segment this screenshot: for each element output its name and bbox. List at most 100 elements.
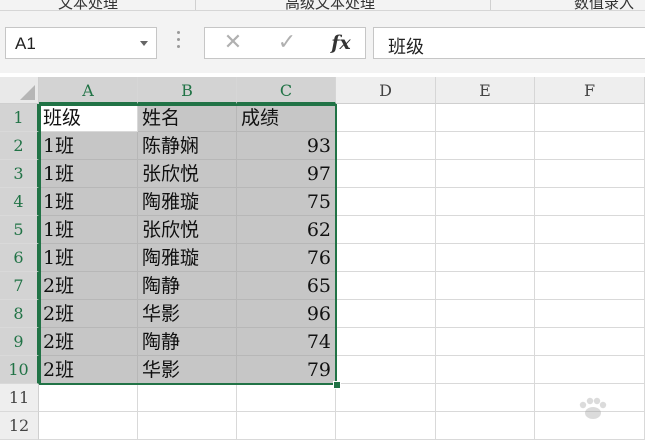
cell-c5[interactable]: 62: [237, 216, 336, 244]
formula-input[interactable]: 班级: [373, 27, 645, 59]
check-icon[interactable]: ✓: [271, 31, 303, 55]
grid-cell[interactable]: [535, 272, 645, 300]
select-all-corner[interactable]: [0, 77, 39, 104]
row-header-7[interactable]: 7: [0, 272, 39, 300]
cell-b10[interactable]: 华影: [138, 356, 237, 384]
row-header-11[interactable]: 11: [0, 384, 39, 412]
cell-b2[interactable]: 陈静娴: [138, 132, 237, 160]
grid-cell[interactable]: [436, 104, 535, 132]
column-header-e[interactable]: E: [436, 77, 535, 104]
ribbon-tab-advanced-text[interactable]: 高级文本处理: [285, 0, 375, 10]
grid-cell[interactable]: [436, 132, 535, 160]
grid-cell[interactable]: [336, 384, 436, 412]
grid-cell[interactable]: [535, 356, 645, 384]
grid-cell[interactable]: [138, 384, 237, 412]
grid-cell[interactable]: [336, 272, 436, 300]
column-header-d[interactable]: D: [336, 77, 436, 104]
column-header-a[interactable]: A: [39, 77, 138, 104]
cell-a5[interactable]: 1班: [39, 216, 138, 244]
cell-a9[interactable]: 2班: [39, 328, 138, 356]
grid-cell[interactable]: [436, 272, 535, 300]
grid-cell[interactable]: [436, 244, 535, 272]
cell-c2[interactable]: 93: [237, 132, 336, 160]
grid-cell[interactable]: [39, 412, 138, 440]
grid-cell[interactable]: [436, 412, 535, 440]
grid-cell[interactable]: [535, 216, 645, 244]
chevron-down-icon[interactable]: [140, 41, 148, 46]
cell-a4[interactable]: 1班: [39, 188, 138, 216]
grid-cell[interactable]: [436, 300, 535, 328]
ribbon-tab-number-entry[interactable]: 数值录入: [574, 0, 634, 10]
cell-b1[interactable]: 姓名: [138, 104, 237, 132]
row-header-12[interactable]: 12: [0, 412, 39, 440]
cell-a7[interactable]: 2班: [39, 272, 138, 300]
grid-cell[interactable]: [237, 384, 336, 412]
cell-a2[interactable]: 1班: [39, 132, 138, 160]
cell-c6[interactable]: 76: [237, 244, 336, 272]
cell-b5[interactable]: 张欣悦: [138, 216, 237, 244]
grid-cell[interactable]: [336, 160, 436, 188]
cell-a6[interactable]: 1班: [39, 244, 138, 272]
cell-c4[interactable]: 75: [237, 188, 336, 216]
drag-handle-icon[interactable]: [177, 31, 181, 55]
row-header-6[interactable]: 6: [0, 244, 39, 272]
fx-icon[interactable]: fx: [325, 31, 357, 55]
cell-a8[interactable]: 2班: [39, 300, 138, 328]
grid-cell[interactable]: [336, 216, 436, 244]
grid-cell[interactable]: [535, 188, 645, 216]
row-header-1[interactable]: 1: [0, 104, 39, 132]
cell-a1[interactable]: 班级: [39, 104, 138, 132]
column-header-c[interactable]: C: [237, 77, 336, 104]
grid-cell[interactable]: [336, 412, 436, 440]
grid-cell[interactable]: [336, 244, 436, 272]
row-header-5[interactable]: 5: [0, 216, 39, 244]
grid-cell[interactable]: [436, 188, 535, 216]
grid-cell[interactable]: [535, 104, 645, 132]
grid-cell[interactable]: [436, 160, 535, 188]
cell-a3[interactable]: 1班: [39, 160, 138, 188]
cell-b3[interactable]: 张欣悦: [138, 160, 237, 188]
grid-cell[interactable]: [436, 328, 535, 356]
grid-cell[interactable]: [436, 356, 535, 384]
cell-b6[interactable]: 陶雅璇: [138, 244, 237, 272]
grid-cell[interactable]: [336, 188, 436, 216]
ribbon-tab-text-processing[interactable]: 文本处理: [58, 0, 118, 10]
cell-b4[interactable]: 陶雅璇: [138, 188, 237, 216]
cell-c7[interactable]: 65: [237, 272, 336, 300]
grid-cell[interactable]: [436, 384, 535, 412]
grid-cell[interactable]: [336, 132, 436, 160]
row-header-3[interactable]: 3: [0, 160, 39, 188]
cell-b7[interactable]: 陶静: [138, 272, 237, 300]
cell-c1[interactable]: 成绩: [237, 104, 336, 132]
cell-c10[interactable]: 79: [237, 356, 336, 384]
close-icon[interactable]: ✕: [217, 31, 249, 55]
grid-cell[interactable]: [436, 216, 535, 244]
column-header-b[interactable]: B: [138, 77, 237, 104]
grid-cell[interactable]: [535, 160, 645, 188]
name-box[interactable]: A1: [5, 27, 157, 59]
grid-cell[interactable]: [336, 328, 436, 356]
row-header-4[interactable]: 4: [0, 188, 39, 216]
column-header-f[interactable]: F: [535, 77, 645, 104]
cell-c8[interactable]: 96: [237, 300, 336, 328]
grid-cell[interactable]: [535, 132, 645, 160]
cell-b8[interactable]: 华影: [138, 300, 237, 328]
row-header-10[interactable]: 10: [0, 356, 39, 384]
grid-cell[interactable]: [336, 104, 436, 132]
grid-cell[interactable]: [535, 244, 645, 272]
cell-b9[interactable]: 陶静: [138, 328, 237, 356]
row-header-8[interactable]: 8: [0, 300, 39, 328]
grid-cell[interactable]: [237, 412, 336, 440]
cell-a10[interactable]: 2班: [39, 356, 138, 384]
row-header-9[interactable]: 9: [0, 328, 39, 356]
grid-cell[interactable]: [39, 384, 138, 412]
grid-cell[interactable]: [535, 328, 645, 356]
cell-c9[interactable]: 74: [237, 328, 336, 356]
cell-c3[interactable]: 97: [237, 160, 336, 188]
grid-cell[interactable]: [336, 300, 436, 328]
grid-cell[interactable]: [138, 412, 237, 440]
row-header-2[interactable]: 2: [0, 132, 39, 160]
grid-cell[interactable]: [535, 300, 645, 328]
grid-cell[interactable]: [336, 356, 436, 384]
fill-handle[interactable]: [333, 381, 341, 389]
